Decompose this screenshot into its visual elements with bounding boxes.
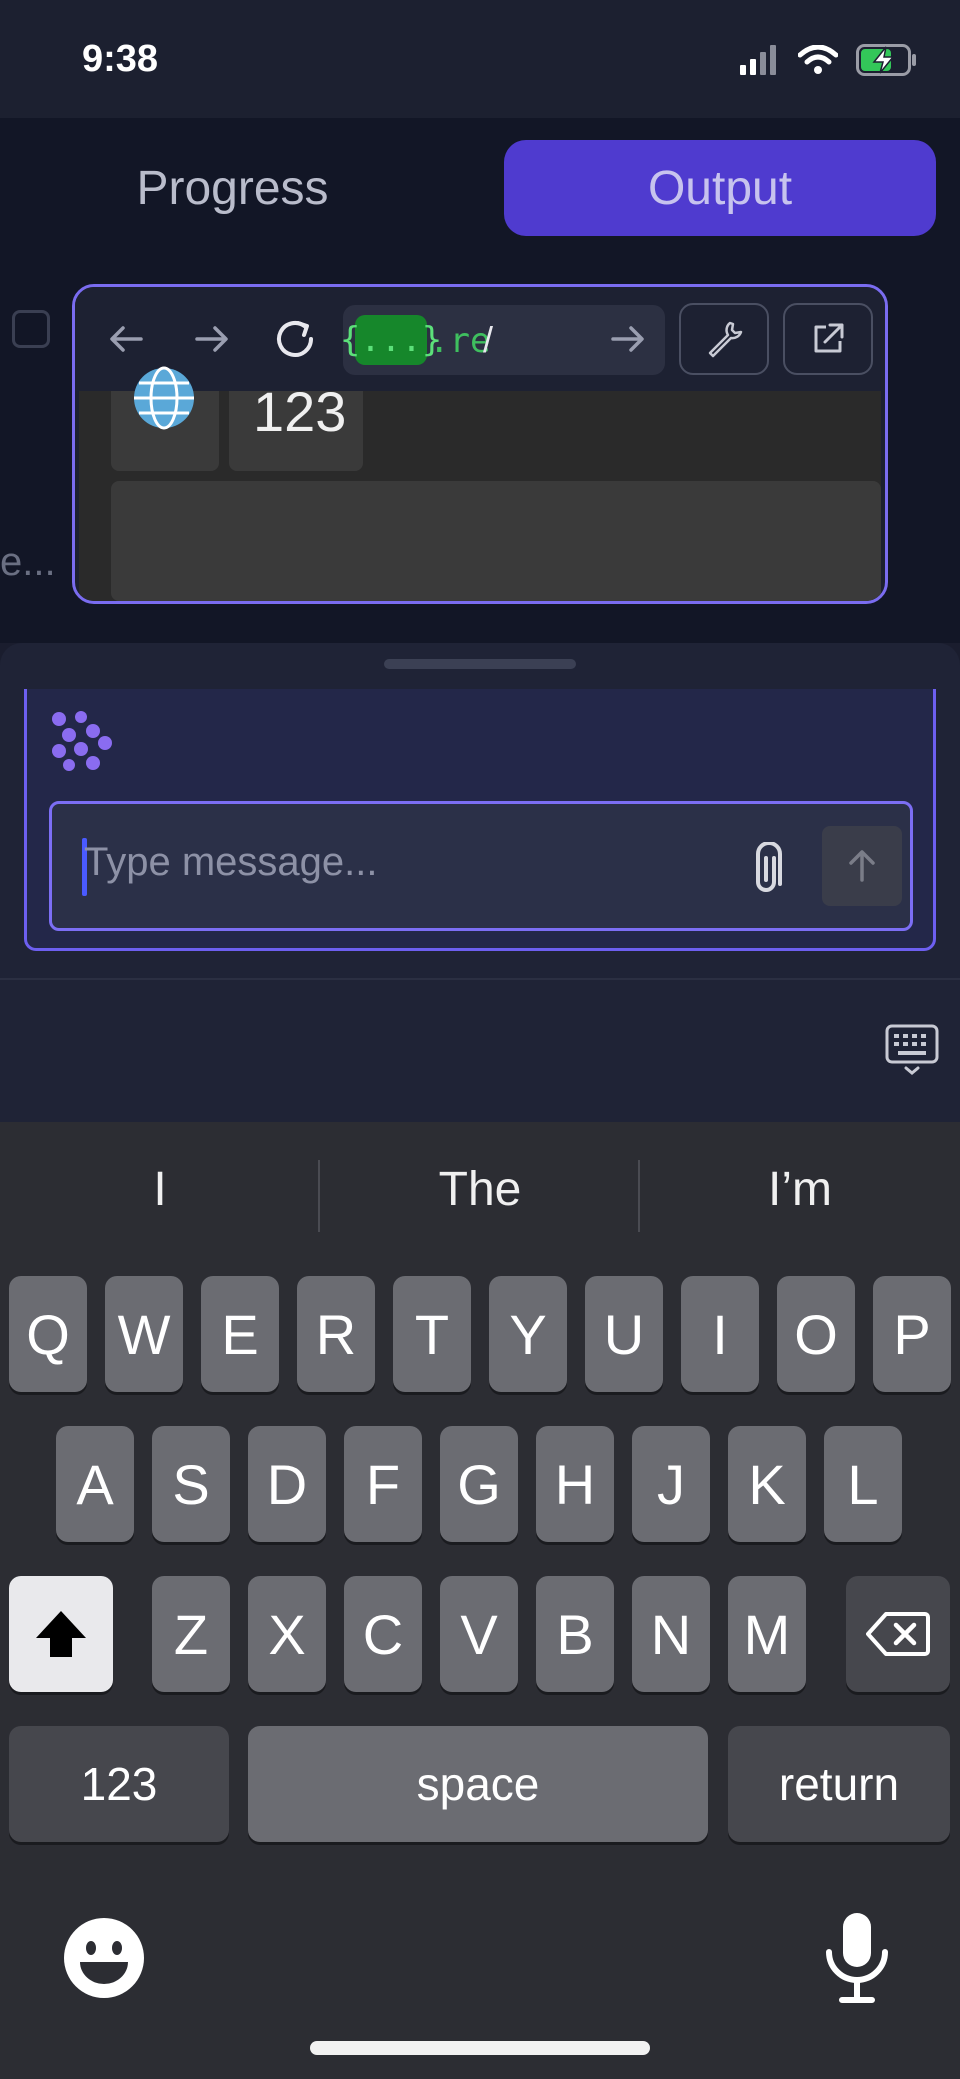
key-w[interactable]: W [105, 1276, 183, 1392]
key-n[interactable]: N [632, 1576, 710, 1692]
shift-key[interactable] [9, 1576, 113, 1692]
wifi-icon [798, 45, 838, 74]
sheet-drag-handle[interactable] [384, 659, 576, 669]
microphone-icon[interactable] [820, 1910, 894, 2006]
url-badge: {...} [340, 315, 442, 365]
key-x[interactable]: X [248, 1576, 326, 1692]
globe-icon [134, 366, 194, 430]
key-s[interactable]: S [152, 1426, 230, 1542]
send-button[interactable] [822, 826, 902, 906]
backspace-icon [866, 1612, 930, 1656]
arrow-right-icon [195, 326, 228, 352]
copy-icon[interactable] [12, 310, 50, 348]
arrow-left-icon [110, 326, 143, 352]
tab-progress[interactable]: Progress [60, 140, 405, 236]
preview-block [111, 481, 881, 601]
preview-content: 123 [79, 366, 881, 601]
key-b[interactable]: B [536, 1576, 614, 1692]
space-key[interactable]: space [248, 1726, 708, 1842]
shift-icon [36, 1611, 86, 1657]
key-h[interactable]: H [536, 1426, 614, 1542]
home-indicator[interactable] [310, 2041, 650, 2055]
preview-number: 123 [253, 380, 347, 443]
open-external-button[interactable] [783, 303, 873, 375]
wrench-icon [708, 321, 743, 358]
tab-output[interactable]: Output [504, 140, 936, 236]
key-q[interactable]: Q [9, 1276, 87, 1392]
chat-sheet: Type message... [0, 643, 960, 1123]
key-i[interactable]: I [681, 1276, 759, 1392]
key-g[interactable]: G [440, 1426, 518, 1542]
cellular-signal-icon [740, 45, 776, 75]
external-link-icon [814, 323, 844, 353]
suggestion-2[interactable]: The [320, 1162, 640, 1232]
forward-button[interactable] [179, 307, 243, 371]
numbers-key[interactable]: 123 [9, 1726, 229, 1842]
key-v[interactable]: V [440, 1576, 518, 1692]
reload-button[interactable] [263, 307, 327, 371]
status-time: 9:38 [82, 38, 159, 80]
suggestion-3[interactable]: I’m [640, 1162, 960, 1232]
key-p[interactable]: P [873, 1276, 951, 1392]
key-d[interactable]: D [248, 1426, 326, 1542]
key-m[interactable]: M [728, 1576, 806, 1692]
key-j[interactable]: J [632, 1426, 710, 1542]
divider [0, 978, 960, 980]
onscreen-keyboard: I The I’m Q W E R T Y U I O P A S D F G … [0, 1122, 960, 2079]
return-key[interactable]: return [728, 1726, 950, 1842]
go-button[interactable] [595, 307, 659, 371]
back-button[interactable] [95, 307, 159, 371]
message-placeholder: Type message... [84, 840, 378, 884]
key-a[interactable]: A [56, 1426, 134, 1542]
browser-preview-card: {...} .re / 123 [72, 284, 888, 604]
key-r[interactable]: R [297, 1276, 375, 1392]
assistant-logo-icon [52, 711, 112, 771]
arrow-right-icon [611, 326, 644, 352]
key-f[interactable]: F [344, 1426, 422, 1542]
key-e[interactable]: E [201, 1276, 279, 1392]
backspace-key[interactable] [846, 1576, 950, 1692]
key-u[interactable]: U [585, 1276, 663, 1392]
key-o[interactable]: O [777, 1276, 855, 1392]
key-t[interactable]: T [393, 1276, 471, 1392]
url-domain: .re [429, 321, 491, 361]
key-k[interactable]: K [728, 1426, 806, 1542]
suggestion-1[interactable]: I [0, 1162, 320, 1232]
key-z[interactable]: Z [152, 1576, 230, 1692]
devtools-button[interactable] [679, 303, 769, 375]
key-y[interactable]: Y [489, 1276, 567, 1392]
reload-icon [277, 321, 313, 357]
preview-tile [111, 366, 219, 471]
sidebar-truncated-text: e... [0, 540, 56, 584]
status-icons [740, 44, 918, 76]
url-path: / [483, 319, 494, 360]
emoji-icon[interactable] [62, 1916, 146, 2000]
suggestion-bar: I The I’m [0, 1122, 960, 1272]
key-c[interactable]: C [344, 1576, 422, 1692]
chat-panel: Type message... [24, 689, 936, 951]
battery-charging-icon [856, 44, 916, 76]
paperclip-icon[interactable] [742, 842, 792, 898]
key-l[interactable]: L [824, 1426, 902, 1542]
keyboard-dismiss-icon[interactable] [884, 1023, 940, 1079]
message-input[interactable]: Type message... [49, 801, 913, 931]
arrow-up-icon [849, 850, 875, 882]
